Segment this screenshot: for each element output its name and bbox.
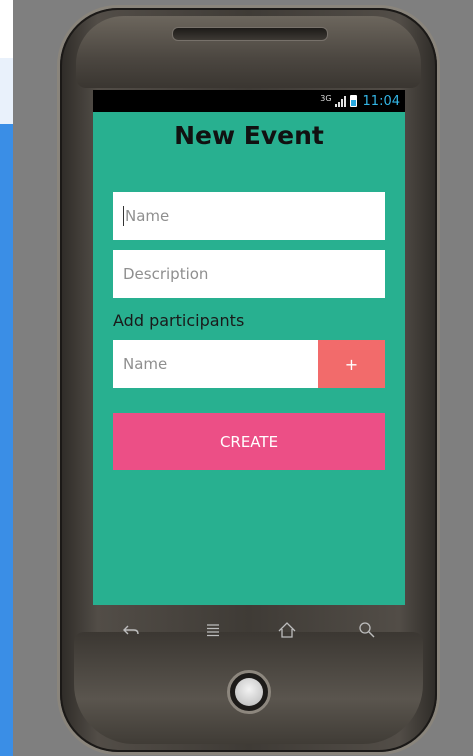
network-type: 3G (320, 93, 332, 103)
earpiece-speaker (172, 27, 328, 41)
ide-scrollbar[interactable] (0, 124, 13, 756)
status-bar: 3G 11:04 (93, 90, 405, 112)
menu-icon[interactable] (201, 618, 225, 642)
signal-icon (334, 95, 347, 107)
ide-highlight (0, 58, 13, 124)
clock: 11:04 (362, 93, 400, 109)
page-title: New Event (174, 121, 324, 150)
home-icon[interactable] (275, 618, 299, 642)
phone-screen: 3G 11:04 New Event Name Description Add … (93, 90, 405, 605)
participant-name-placeholder: Name (123, 355, 168, 373)
add-participant-button[interactable]: + (318, 340, 385, 388)
description-input[interactable]: Description (113, 250, 385, 298)
participants-label: Add participants (113, 311, 245, 330)
participant-name-input[interactable]: Name (113, 340, 318, 388)
ide-side-strip (0, 0, 13, 756)
text-cursor (123, 206, 124, 226)
event-name-placeholder: Name (125, 207, 170, 225)
back-icon[interactable] (119, 618, 143, 642)
new-event-screen: New Event Name Description Add participa… (93, 112, 405, 605)
trackball-button[interactable] (227, 670, 271, 714)
hardware-keys (93, 608, 405, 650)
search-icon[interactable] (355, 618, 379, 642)
create-button[interactable]: CREATE (113, 413, 385, 470)
description-placeholder: Description (123, 265, 209, 283)
event-name-input[interactable]: Name (113, 192, 385, 240)
battery-icon (349, 95, 357, 107)
